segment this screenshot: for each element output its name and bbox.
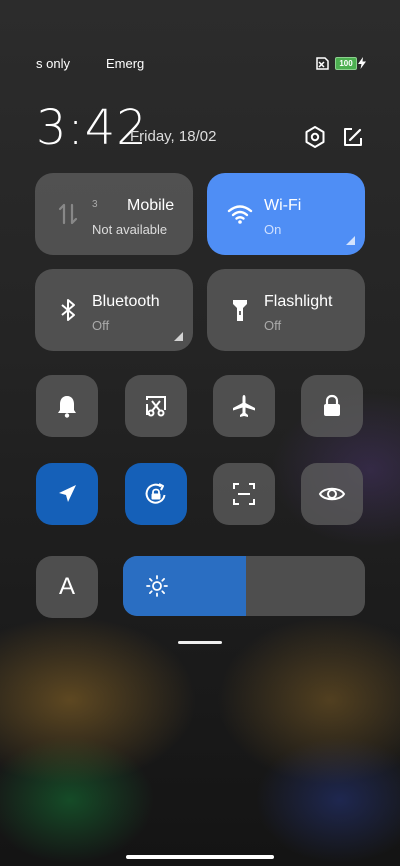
reading-mode-toggle[interactable] [301,463,363,525]
screenshot-toggle[interactable] [125,375,187,437]
auto-brightness-toggle[interactable]: A [36,556,98,618]
wifi-expand-indicator[interactable] [346,236,355,245]
flashlight-title: Flashlight [264,293,333,310]
airplane-mode-toggle[interactable] [213,375,275,437]
status-emergency-text: Emerg [106,56,145,71]
airplane-icon [233,395,255,417]
auto-rotate-toggle[interactable] [125,463,187,525]
settings-icon[interactable] [302,124,328,150]
date-label: Friday, 18/02 [130,128,217,145]
panel-handle[interactable] [178,641,222,644]
brightness-slider[interactable] [123,556,365,616]
bluetooth-title: Bluetooth [92,293,160,310]
scanner-toggle[interactable] [213,463,275,525]
ringer-toggle[interactable] [36,375,98,437]
scanner-icon [233,483,255,505]
wifi-title: Wi-Fi [264,197,302,214]
screenshot-icon [146,396,166,417]
auto-rotate-icon [145,483,166,504]
flashlight-icon [233,300,247,321]
flashlight-tile[interactable]: Flashlight Off [207,269,365,351]
auto-brightness-label: A [58,573,75,600]
flashlight-status: Off [264,318,282,333]
bluetooth-tile[interactable]: Bluetooth Off [35,269,193,351]
edit-icon[interactable] [340,124,366,150]
bell-icon [58,396,76,418]
brightness-icon [146,575,168,597]
charging-icon [358,57,366,69]
mobile-data-status: Not available [92,222,168,237]
bluetooth-status: Off [92,318,110,333]
status-bar: s only Emerg 100 [0,56,400,72]
battery-indicator: 100 [335,57,357,70]
bluetooth-expand-indicator[interactable] [174,332,183,341]
wifi-icon [227,205,253,224]
mobile-data-tile[interactable]: 3 Mobile Not available [35,173,193,255]
status-carrier-text: s only [36,56,70,71]
sim-slot-badge: 3 [92,199,98,210]
gesture-nav-bar[interactable] [126,855,274,859]
bluetooth-icon [61,299,75,321]
lock-icon [324,394,340,416]
no-sim-icon [316,57,329,70]
eye-icon [318,487,346,501]
location-toggle[interactable] [36,463,98,525]
location-icon [59,485,76,502]
brightness-slider-fill [123,556,246,616]
lock-screen-toggle[interactable] [301,375,363,437]
wifi-tile[interactable]: Wi-Fi On [207,173,365,255]
mobile-data-title: Mobile [127,197,175,214]
mobile-data-icon [58,203,78,225]
wifi-status: On [264,222,282,237]
